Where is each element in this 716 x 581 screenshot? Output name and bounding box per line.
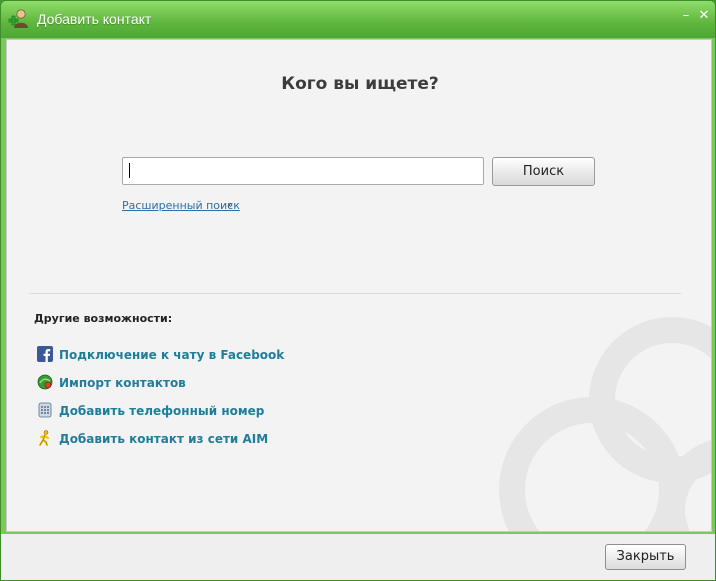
advanced-search-link[interactable]: Расширенный поиск [122,199,240,212]
footer-bar: Закрыть [1,534,715,580]
close-button[interactable]: Закрыть [605,544,686,570]
divider [29,293,681,294]
search-input[interactable] [122,157,484,185]
option-label[interactable]: Импорт контактов [59,376,186,390]
import-contacts-icon [37,374,53,390]
chevron-down-icon[interactable]: » [227,200,233,211]
option-label[interactable]: Подключение к чату в Facebook [59,348,284,362]
close-window-button[interactable]: ✕ [697,9,711,23]
add-contact-window: Добавить контакт – ✕ Кого вы ищете? Поис… [0,0,716,581]
text-caret [129,163,130,178]
main-panel: Кого вы ищете? Поиск Расширенный поиск »… [6,39,712,532]
window-title: Добавить контакт [37,11,152,27]
minimize-button[interactable]: – [679,9,693,23]
phone-icon [38,402,52,418]
facebook-icon [37,346,53,362]
aim-icon [39,430,49,446]
add-contact-icon [8,9,28,28]
option-label[interactable]: Добавить телефонный номер [59,404,264,418]
search-heading: Кого вы ищете? [281,74,439,94]
search-button[interactable]: Поиск [492,157,595,186]
other-options-heading: Другие возможности: [34,312,173,325]
watermark-flower-icon [499,317,711,531]
title-bar[interactable]: Добавить контакт – ✕ [1,1,715,38]
option-label[interactable]: Добавить контакт из сети AIM [59,432,268,446]
